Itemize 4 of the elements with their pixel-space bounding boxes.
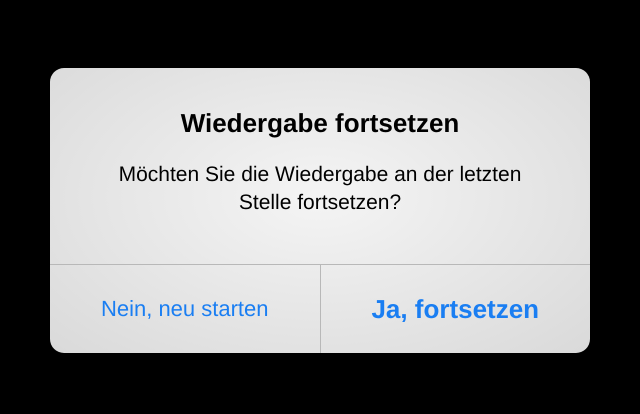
alert-title: Wiedergabe fortsetzen [180,107,460,139]
cancel-button[interactable]: Nein, neu starten [50,265,320,353]
alert-message: Möchten Sie die Wiedergabe an der letzten Stelle fortsetzen? [118,162,522,216]
confirm-button[interactable]: Ja, fortsetzen [320,265,590,353]
